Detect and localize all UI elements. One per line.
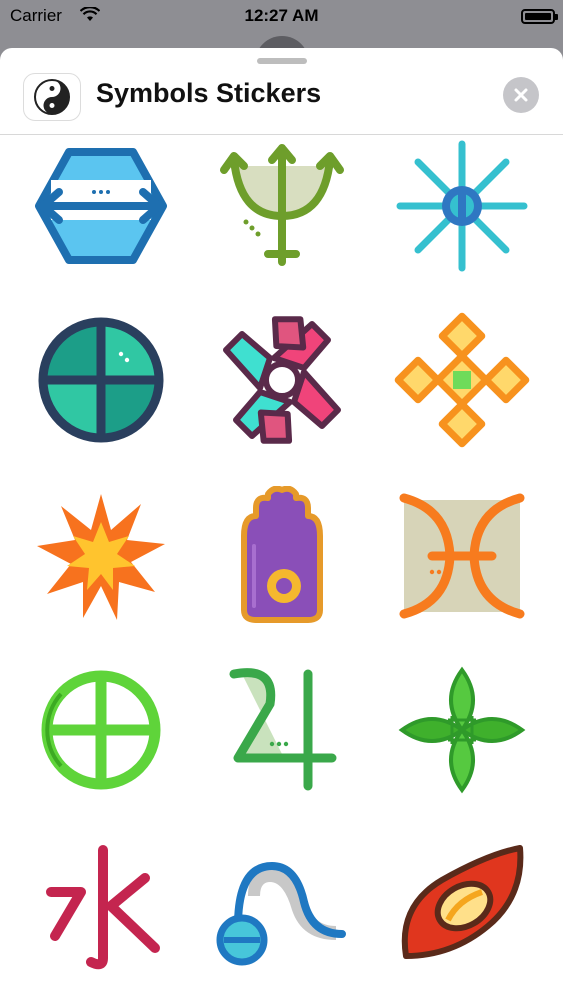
eye-swirl-sticker[interactable]	[392, 836, 532, 976]
sticker-sheet: Symbols Stickers	[0, 48, 563, 1000]
sheet-grabber[interactable]	[257, 58, 307, 64]
close-icon	[514, 88, 528, 102]
diamond-cross-sticker[interactable]	[392, 310, 532, 450]
yin-yang-icon[interactable]	[23, 73, 81, 121]
battery-icon	[521, 9, 558, 24]
four-leaf-sticker[interactable]	[392, 660, 532, 800]
trident-sticker[interactable]	[212, 136, 352, 276]
jain-hand-sticker[interactable]	[212, 486, 352, 626]
status-bar: Carrier 12:27 AM	[0, 0, 563, 34]
sun-cross-sticker[interactable]	[31, 660, 171, 800]
jupiter-sticker[interactable]	[212, 660, 352, 800]
quartered-circle-sticker[interactable]	[31, 310, 171, 450]
starburst-sticker[interactable]	[31, 486, 171, 626]
close-button[interactable]	[503, 77, 539, 113]
water-kanji-sticker[interactable]	[31, 836, 171, 976]
sheet-header: Symbols Stickers	[0, 68, 563, 135]
pisces-sticker[interactable]	[392, 486, 532, 626]
aquarius-wave-sticker[interactable]	[212, 836, 352, 976]
clock: 12:27 AM	[244, 6, 319, 25]
sheet-title: Symbols Stickers	[96, 78, 322, 108]
sun-rays-sticker[interactable]	[392, 136, 532, 276]
pinwheel-sticker[interactable]	[212, 310, 352, 450]
hexagon-arrows-sticker[interactable]	[31, 136, 171, 276]
